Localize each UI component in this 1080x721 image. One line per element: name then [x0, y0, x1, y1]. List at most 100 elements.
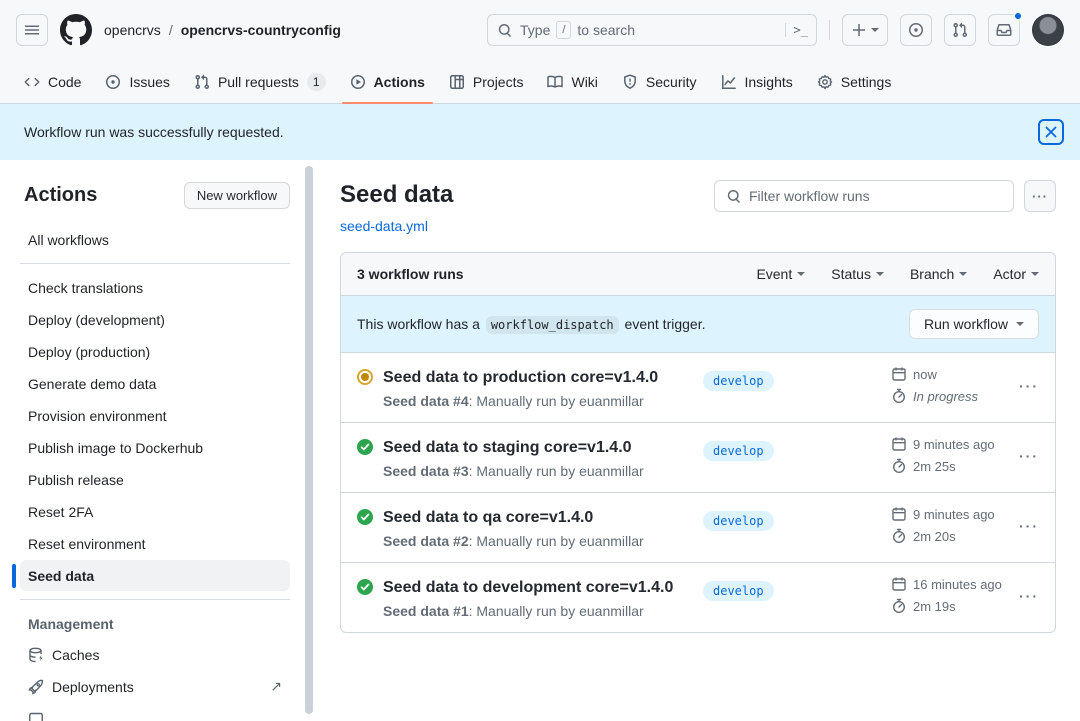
plus-icon	[851, 22, 867, 38]
run-subtitle: Seed data #2: Manually run by euanmillar	[383, 533, 644, 549]
search-icon	[496, 22, 512, 38]
workflow-run-row: Seed data to qa core=v1.4.0 Seed data #2…	[341, 492, 1055, 562]
run-title-link[interactable]: Seed data to development core=v1.4.0	[383, 576, 673, 599]
tab-issues[interactable]: Issues	[97, 60, 177, 103]
sidebar-item-provision-environment[interactable]: Provision environment	[20, 400, 290, 431]
run-meta: 16 minutes ago 2m 19s	[891, 576, 1003, 614]
close-icon	[1045, 126, 1057, 138]
tab-label: Insights	[745, 74, 793, 90]
tab-code[interactable]: Code	[16, 60, 89, 103]
workflow-file-link[interactable]: seed-data.yml	[340, 218, 428, 234]
event-filter-dropdown[interactable]: Event	[756, 266, 805, 282]
partial-item-icon	[28, 711, 44, 721]
graph-icon	[721, 74, 737, 90]
flash-message: Workflow run was successfully requested.	[24, 124, 284, 140]
tab-settings[interactable]: Settings	[809, 60, 900, 103]
filter-workflow-runs-input[interactable]	[749, 188, 1003, 204]
sidebar-item-caches[interactable]: Caches	[20, 639, 290, 670]
sidebar-item-deploy-development[interactable]: Deploy (development)	[20, 304, 290, 335]
breadcrumb-separator: /	[169, 22, 173, 38]
sidebar-item-seed-data[interactable]: Seed data	[20, 560, 290, 591]
run-options-button[interactable]: ···	[1019, 588, 1039, 604]
pull-requests-count-badge: 1	[307, 73, 326, 91]
sidebar-item-publish-image-to-dockerhub[interactable]: Publish image to Dockerhub	[20, 432, 290, 463]
run-time: 9 minutes ago	[913, 507, 995, 522]
flash-close-button[interactable]	[1038, 119, 1064, 145]
code-icon	[24, 74, 40, 90]
run-duration: 2m 25s	[913, 459, 956, 474]
workflow-dispatch-code: workflow_dispatch	[486, 316, 619, 334]
branch-badge[interactable]: develop	[703, 441, 774, 461]
create-new-button[interactable]	[842, 14, 888, 46]
run-workflow-button[interactable]: Run workflow	[909, 309, 1039, 339]
issue-opened-icon	[105, 74, 121, 90]
tab-actions[interactable]: Actions	[342, 60, 433, 103]
pull-requests-header-button[interactable]	[944, 14, 976, 46]
github-logo[interactable]	[60, 14, 92, 46]
sidebar-item-deploy-production[interactable]: Deploy (production)	[20, 336, 290, 367]
run-duration: 2m 20s	[913, 529, 956, 544]
hamburger-menu-button[interactable]	[16, 14, 48, 46]
inbox-icon	[996, 22, 1012, 38]
sidebar-item-all-workflows[interactable]: All workflows	[20, 224, 290, 255]
tab-label: Settings	[841, 74, 892, 90]
user-avatar[interactable]	[1032, 14, 1064, 46]
sidebar-item-reset-environment[interactable]: Reset environment	[20, 528, 290, 559]
sidebar-item-publish-release[interactable]: Publish release	[20, 464, 290, 495]
run-duration: 2m 19s	[913, 599, 956, 614]
tab-wiki[interactable]: Wiki	[539, 60, 605, 103]
sidebar-item-check-translations[interactable]: Check translations	[20, 272, 290, 303]
selected-indicator-bar	[12, 564, 16, 588]
dropdown-caret-icon	[876, 272, 884, 276]
branch-badge[interactable]: develop	[703, 511, 774, 531]
workflow-run-row: Seed data to staging core=v1.4.0 Seed da…	[341, 422, 1055, 492]
book-icon	[547, 74, 563, 90]
run-title-link[interactable]: Seed data to production core=v1.4.0	[383, 366, 658, 389]
run-title-link[interactable]: Seed data to qa core=v1.4.0	[383, 506, 644, 529]
sidebar-item-deployments[interactable]: Deployments ↗	[20, 671, 290, 702]
breadcrumb-org-link[interactable]: opencrvs	[104, 22, 161, 38]
sidebar-item-label: Deployments	[52, 679, 134, 695]
shield-icon	[622, 74, 638, 90]
command-palette-icon[interactable]: >_	[785, 23, 808, 37]
breadcrumb-repo-link[interactable]: opencrvs-countryconfig	[181, 22, 341, 38]
sidebar-item-partial[interactable]	[20, 703, 290, 721]
stopwatch-icon	[891, 528, 907, 544]
rocket-icon	[28, 679, 44, 695]
issues-header-button[interactable]	[900, 14, 932, 46]
repo-tab-nav: Code Issues Pull requests 1 Actions Proj…	[0, 60, 1080, 104]
tab-pull-requests[interactable]: Pull requests 1	[186, 60, 334, 103]
sidebar-item-generate-demo-data[interactable]: Generate demo data	[20, 368, 290, 399]
branch-badge[interactable]: develop	[703, 581, 774, 601]
github-octocat-icon	[60, 14, 92, 46]
actions-sidebar: Actions New workflow All workflows Check…	[0, 160, 316, 721]
actor-filter-dropdown[interactable]: Actor	[993, 266, 1039, 282]
slash-key-hint: /	[556, 21, 571, 39]
new-workflow-button[interactable]: New workflow	[184, 182, 290, 209]
run-subtitle: Seed data #1: Manually run by euanmillar	[383, 603, 673, 619]
run-meta: now In progress	[891, 366, 1003, 404]
workflow-options-button[interactable]: ···	[1024, 180, 1056, 212]
stopwatch-icon	[891, 598, 907, 614]
unread-notification-dot	[1013, 11, 1023, 21]
branch-badge[interactable]: develop	[703, 371, 774, 391]
sidebar-item-label: Caches	[52, 647, 99, 663]
sidebar-item-reset-2fa[interactable]: Reset 2FA	[20, 496, 290, 527]
global-search-input[interactable]: Type / to search >_	[487, 14, 817, 46]
status-filter-dropdown[interactable]: Status	[831, 266, 884, 282]
run-options-button[interactable]: ···	[1019, 378, 1039, 394]
tab-security[interactable]: Security	[614, 60, 705, 103]
tab-insights[interactable]: Insights	[713, 60, 801, 103]
run-title-link[interactable]: Seed data to staging core=v1.4.0	[383, 436, 644, 459]
filter-workflow-runs-box	[714, 180, 1014, 212]
tab-projects[interactable]: Projects	[441, 60, 532, 103]
flash-success-banner: Workflow run was successfully requested.	[0, 104, 1080, 160]
sidebar-scrollbar[interactable]	[305, 166, 313, 714]
inbox-notifications-button[interactable]	[988, 14, 1020, 46]
branch-filter-dropdown[interactable]: Branch	[910, 266, 967, 282]
run-options-button[interactable]: ···	[1019, 518, 1039, 534]
runs-list-header: 3 workflow runs Event Status Branch Acto…	[341, 253, 1055, 295]
run-options-button[interactable]: ···	[1019, 448, 1039, 464]
breadcrumb: opencrvs / opencrvs-countryconfig	[104, 22, 341, 38]
run-subtitle: Seed data #4: Manually run by euanmillar	[383, 393, 658, 409]
